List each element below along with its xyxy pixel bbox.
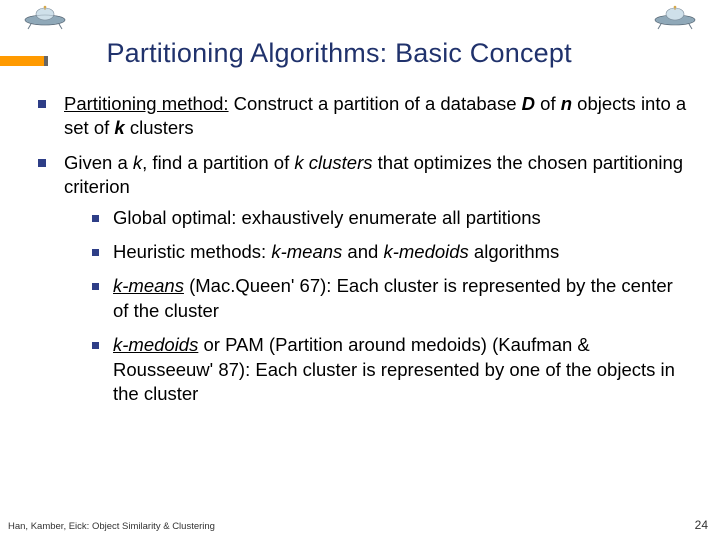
bullet-icon <box>38 100 46 108</box>
bullet-text: k-medoids or PAM (Partition around medoi… <box>113 333 692 406</box>
sub-bullet-item: k-means (Mac.Queen' 67): Each cluster is… <box>92 274 692 323</box>
text: and <box>342 241 383 262</box>
bullet-item: Partitioning method: Construct a partiti… <box>38 92 692 141</box>
bullet-text: k-means (Mac.Queen' 67): Each cluster is… <box>113 274 692 323</box>
slide-title: Partitioning Algorithms: Basic Concept <box>106 38 571 69</box>
text: Construct a partition of a database <box>229 93 522 114</box>
text-italic-underline: k-means <box>113 275 184 296</box>
text: algorithms <box>469 241 559 262</box>
text: Heuristic methods: <box>113 241 271 262</box>
slide-title-block: Partitioning Algorithms: Basic Concept <box>0 38 720 69</box>
text: or PAM (Partition around medoids) (Kaufm… <box>113 334 675 404</box>
text: , find a partition of <box>142 152 294 173</box>
text: clusters <box>125 117 194 138</box>
bullet-icon <box>38 159 46 167</box>
text: Given a <box>64 152 133 173</box>
title-accent-bar <box>0 56 48 66</box>
bullet-icon <box>92 215 99 222</box>
sub-bullet-list: Global optimal: exhaustively enumerate a… <box>92 206 692 407</box>
text-italic: k clusters <box>294 152 372 173</box>
text-italic: k <box>133 152 142 173</box>
bullet-icon <box>92 283 99 290</box>
bullet-text: Partitioning method: Construct a partiti… <box>64 92 692 141</box>
text-italic: k-medoids <box>383 241 468 262</box>
decoration-ufo-left <box>22 4 68 35</box>
text-emph: n <box>561 93 572 114</box>
sub-bullet-item: k-medoids or PAM (Partition around medoi… <box>92 333 692 406</box>
text: of <box>535 93 561 114</box>
sub-bullet-item: Heuristic methods: k-means and k-medoids… <box>92 240 692 264</box>
text-italic: k-means <box>271 241 342 262</box>
bullet-icon <box>92 342 99 349</box>
slide-body: Partitioning method: Construct a partiti… <box>38 92 692 416</box>
bullet-text: Global optimal: exhaustively enumerate a… <box>113 206 692 230</box>
bullet-icon <box>92 249 99 256</box>
decoration-ufo-right <box>652 4 698 35</box>
text-italic-underline: k-medoids <box>113 334 198 355</box>
bullet-item: Given a k, find a partition of k cluster… <box>38 151 692 200</box>
sub-bullet-item: Global optimal: exhaustively enumerate a… <box>92 206 692 230</box>
bullet-text: Heuristic methods: k-means and k-medoids… <box>113 240 692 264</box>
footer-credits: Han, Kamber, Eick: Object Similarity & C… <box>8 521 215 532</box>
text-underline: Partitioning method: <box>64 93 229 114</box>
text: (Mac.Queen' 67): Each cluster is represe… <box>113 275 673 320</box>
text-emph: k <box>114 117 124 138</box>
slide-number: 24 <box>695 518 708 532</box>
text-emph: D <box>522 93 535 114</box>
bullet-text: Given a k, find a partition of k cluster… <box>64 151 692 200</box>
